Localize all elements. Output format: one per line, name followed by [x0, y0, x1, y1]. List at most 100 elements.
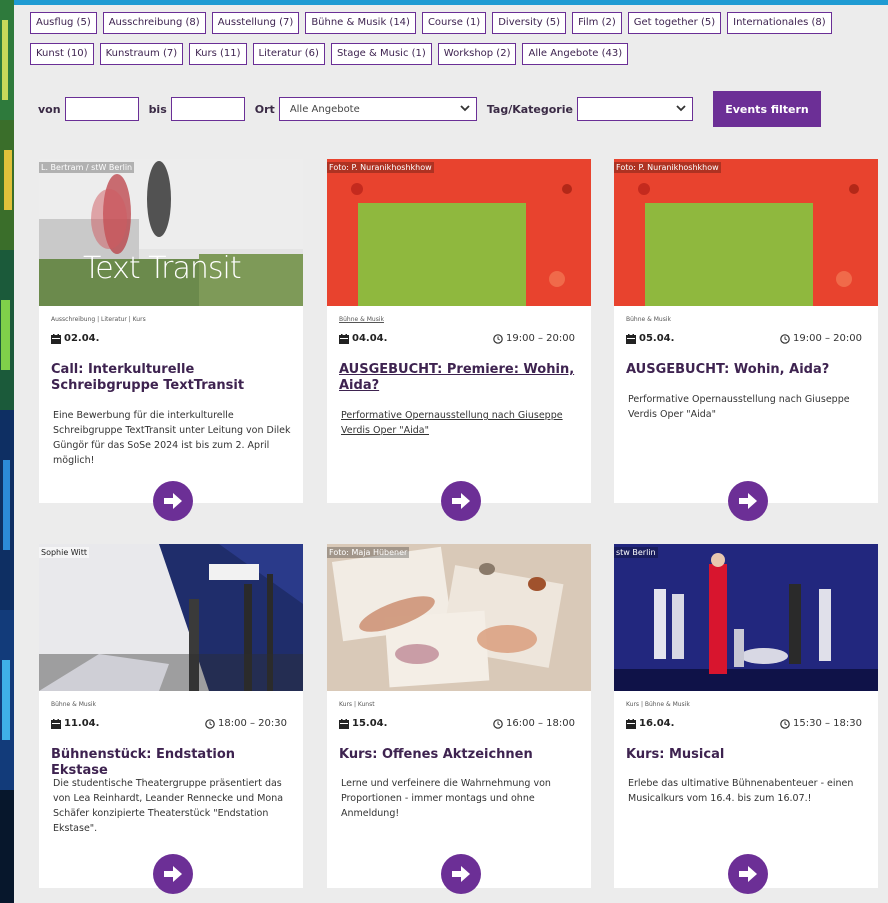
calendar-icon	[339, 718, 349, 729]
event-details-button[interactable]	[153, 854, 193, 894]
clock-icon	[493, 718, 503, 729]
event-category: Ausschreibung | Literatur | Kurs	[51, 316, 146, 323]
event-description: Eine Bewerbung für die interkulturelle S…	[53, 410, 291, 466]
event-date-text: 16.04.	[639, 718, 675, 729]
event-card[interactable]: Foto: P. Nuranikhoshkhow Bühne & Musik 0…	[327, 159, 591, 521]
arrow-right-icon	[164, 866, 182, 882]
event-details-button[interactable]	[728, 481, 768, 521]
event-image: Sophie Witt	[39, 544, 303, 691]
image-credit: Foto: P. Nuranikhoshkhow	[327, 162, 434, 173]
event-category[interactable]: Bühne & Musik	[339, 316, 384, 323]
event-title[interactable]: Call: Interkulturelle Schreibgruppe Text…	[51, 362, 291, 394]
event-image: stw Berlin	[614, 544, 878, 691]
event-date-text: 04.04.	[352, 333, 388, 344]
event-description: Erlebe das ultimative Bühnenabenteuer - …	[628, 778, 854, 804]
event-time: 16:00 – 18:00	[493, 718, 575, 729]
event-image: Foto: P. Nuranikhoshkhow	[614, 159, 878, 306]
tag-ausflug[interactable]: Ausflug (5)	[30, 12, 97, 34]
event-image: Foto: Maja Hübener	[327, 544, 591, 691]
event-category: Bühne & Musik	[51, 701, 96, 708]
ort-select[interactable]: Alle Angebote	[278, 97, 477, 121]
arrow-right-icon	[739, 493, 757, 509]
tag-ausschreibung[interactable]: Ausschreibung (8)	[102, 12, 206, 34]
chevron-down-icon	[460, 104, 470, 115]
tag-kurs[interactable]: Kurs (11)	[189, 43, 247, 65]
event-image: Foto: P. Nuranikhoshkhow	[327, 159, 591, 306]
event-description[interactable]: Performative Opernausstellung nach Giuse…	[341, 408, 579, 438]
tag-get-together[interactable]: Get together (5)	[627, 12, 722, 34]
event-title[interactable]: Kurs: Offenes Aktzeichnen	[339, 747, 579, 763]
event-description: Die studentische Theatergruppe präsentie…	[53, 778, 284, 834]
event-title[interactable]: AUSGEBUCHT: Wohin, Aida?	[626, 362, 866, 378]
event-time: 19:00 – 20:00	[493, 333, 575, 344]
events-page: Ausflug (5) Ausschreibung (8) Ausstellun…	[14, 5, 888, 903]
event-time: 18:00 – 20:30	[205, 718, 287, 729]
event-date-text: 15.04.	[352, 718, 388, 729]
event-date: 05.04.	[626, 333, 674, 344]
calendar-icon	[626, 718, 636, 729]
category-tag-list: Ausflug (5) Ausschreibung (8) Ausstellun…	[30, 12, 880, 65]
event-card[interactable]: Sophie Witt Bühne & Musik 11.04. 18:00 –…	[39, 544, 303, 894]
event-card[interactable]: Text Transit L. Bertram / stW Berlin Aus…	[39, 159, 303, 521]
arrow-right-icon	[452, 493, 470, 509]
clock-icon	[780, 333, 790, 344]
chevron-down-icon	[676, 104, 686, 115]
event-date-text: 11.04.	[64, 718, 100, 729]
clock-icon	[493, 333, 503, 344]
event-title[interactable]: AUSGEBUCHT: Premiere: Wohin, Aida?	[339, 362, 579, 394]
tag-internationales[interactable]: Internationales (8)	[727, 12, 832, 34]
tag-buehne-musik[interactable]: Bühne & Musik (14)	[305, 12, 416, 34]
bis-date-input[interactable]	[170, 97, 245, 121]
event-time: 19:00 – 20:00	[780, 333, 862, 344]
von-date-input[interactable]	[64, 97, 139, 121]
tag-ausstellung[interactable]: Ausstellung (7)	[211, 12, 300, 34]
event-title[interactable]: Bühnenstück: Endstation Ekstase	[51, 747, 291, 779]
event-description: Performative Opernausstellung nach Giuse…	[628, 394, 850, 420]
image-overlay-text: Text Transit	[83, 251, 242, 286]
tag-course[interactable]: Course (1)	[421, 12, 487, 34]
image-credit: stw Berlin	[614, 547, 658, 558]
event-details-button[interactable]	[441, 481, 481, 521]
event-date: 04.04.	[339, 333, 387, 344]
event-date: 15.04.	[339, 718, 387, 729]
von-label: von	[38, 102, 61, 116]
event-details-button[interactable]	[153, 481, 193, 521]
event-title[interactable]: Kurs: Musical	[626, 747, 866, 763]
event-details-button[interactable]	[441, 854, 481, 894]
background-decoration	[0, 0, 14, 903]
tag-stage-music[interactable]: Stage & Music (1)	[330, 43, 432, 65]
event-card[interactable]: Foto: Maja Hübener Kurs | Kunst 15.04. 1…	[327, 544, 591, 894]
tag-workshop[interactable]: Workshop (2)	[437, 43, 517, 65]
calendar-icon	[51, 333, 61, 344]
event-date-text: 05.04.	[639, 333, 675, 344]
event-category: Kurs | Kunst	[339, 701, 375, 708]
event-filter-bar: von bis Ort Alle Angebote Tag/Kategorie …	[38, 91, 821, 127]
event-details-button[interactable]	[728, 854, 768, 894]
events-filtern-button[interactable]: Events filtern	[712, 91, 821, 127]
event-card[interactable]: stw Berlin Kurs | Bühne & Musik 16.04. 1…	[614, 544, 878, 894]
tag-literatur[interactable]: Literatur (6)	[252, 43, 325, 65]
tag-kategorie-select[interactable]	[576, 97, 693, 121]
event-card[interactable]: Foto: P. Nuranikhoshkhow Bühne & Musik 0…	[614, 159, 878, 521]
arrow-right-icon	[739, 866, 757, 882]
tag-kunstraum[interactable]: Kunstraum (7)	[99, 43, 184, 65]
event-time: 15:30 – 18:30	[780, 718, 862, 729]
tag-kunst[interactable]: Kunst (10)	[30, 43, 94, 65]
image-credit: Foto: Maja Hübener	[327, 547, 410, 558]
event-date-text: 02.04.	[64, 333, 100, 344]
ort-select-value: Alle Angebote	[289, 103, 360, 115]
calendar-icon	[339, 333, 349, 344]
arrow-right-icon	[452, 866, 470, 882]
event-date: 16.04.	[626, 718, 674, 729]
event-time-text: 15:30 – 18:30	[793, 718, 862, 729]
tag-alle-angebote[interactable]: Alle Angebote (43)	[522, 43, 629, 65]
tag-film[interactable]: Film (2)	[572, 12, 622, 34]
ort-label: Ort	[254, 102, 275, 116]
event-date: 02.04.	[51, 333, 99, 344]
arrow-right-icon	[164, 493, 182, 509]
clock-icon	[780, 718, 790, 729]
calendar-icon	[51, 718, 61, 729]
bis-label: bis	[148, 102, 167, 116]
tag-diversity[interactable]: Diversity (5)	[492, 12, 567, 34]
image-credit: Sophie Witt	[39, 547, 90, 558]
